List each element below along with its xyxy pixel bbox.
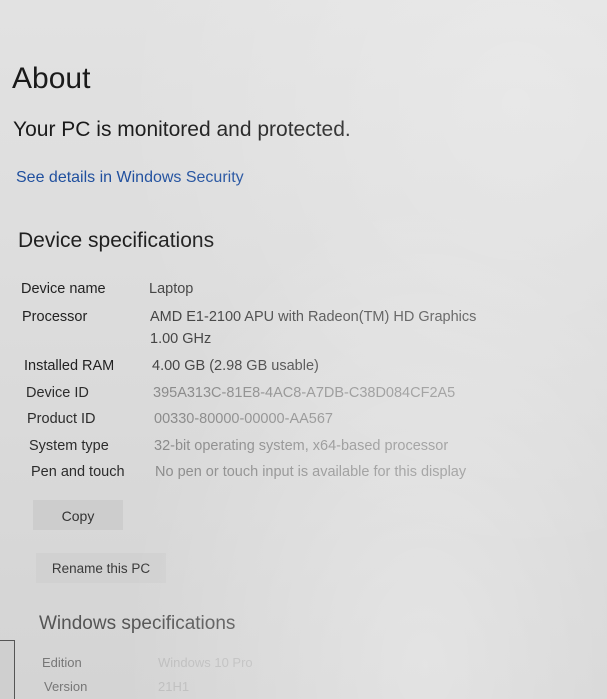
spec-value: No pen or touch input is available for t… (155, 464, 467, 480)
screen-glare (0, 0, 607, 699)
settings-about-page: About Your PC is monitored and protected… (0, 0, 607, 699)
spec-key: Processor (22, 309, 88, 325)
rename-pc-button[interactable]: Rename this PC (36, 553, 166, 583)
spec-value: Laptop (149, 281, 194, 297)
page-title: About (12, 62, 91, 95)
device-specs-title: Device specifications (18, 229, 215, 252)
spec-key: Device ID (26, 385, 89, 401)
window-edge (0, 640, 15, 699)
protection-status: Your PC is monitored and protected. (13, 118, 351, 141)
spec-key: Device name (21, 281, 106, 297)
spec-value: 32-bit operating system, x64-based proce… (154, 438, 449, 454)
spec-key: Product ID (27, 411, 96, 427)
windows-security-link[interactable]: See details in Windows Security (16, 169, 244, 187)
spec-value: 4.00 GB (2.98 GB usable) (152, 358, 319, 374)
spec-value: 00330-80000-00000-AA567 (154, 411, 333, 427)
spec-key: Pen and touch (31, 464, 125, 480)
spec-key: System type (29, 438, 109, 454)
win-spec-value-edition: Windows 10 Pro (158, 655, 253, 670)
spec-value-speed: 1.00 GHz (150, 331, 212, 347)
windows-specs-title: Windows specifications (39, 613, 236, 634)
win-spec-key-edition: Edition (42, 655, 82, 670)
spec-key: Installed RAM (24, 358, 115, 374)
copy-button[interactable]: Copy (33, 500, 123, 530)
win-spec-key-version: Version (44, 679, 88, 694)
win-spec-value-version: 21H1 (158, 679, 190, 694)
spec-value: 395A313C-81E8-4AC8-A7DB-C38D084CF2A5 (153, 385, 456, 401)
spec-value: AMD E1-2100 APU with Radeon(TM) HD Graph… (150, 309, 477, 325)
